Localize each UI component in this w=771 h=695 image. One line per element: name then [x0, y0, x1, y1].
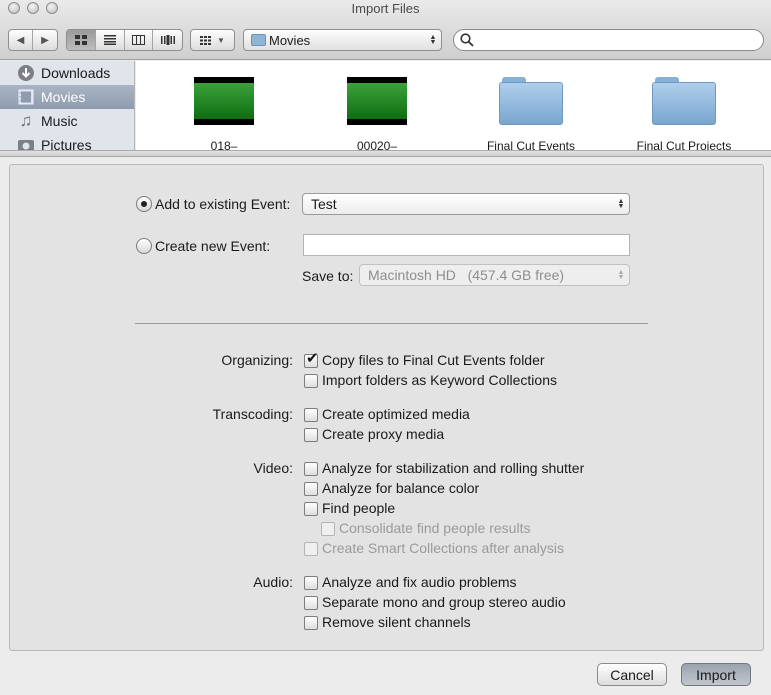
column-view-button[interactable] — [125, 30, 154, 50]
audio-label: Audio: — [253, 574, 293, 590]
folder-icon — [652, 75, 716, 125]
icon-view-icon — [74, 35, 87, 45]
sidebar-item-downloads[interactable]: Downloads — [0, 61, 134, 85]
import-folders-checkbox[interactable] — [304, 374, 318, 388]
location-label: Movies — [269, 32, 311, 48]
save-to-select: Macintosh HD (457.4 GB free) ▲ ▼ — [359, 264, 630, 286]
sidebar-item-movies[interactable]: Movies — [0, 85, 134, 109]
import-button[interactable]: Import — [681, 663, 751, 686]
arrange-menu-button[interactable]: ▼ — [190, 29, 235, 51]
consolidate-results-label: Consolidate find people results — [339, 520, 531, 536]
new-event-name-field[interactable] — [303, 234, 630, 256]
transcoding-label: Transcoding: — [212, 406, 293, 422]
stabilization-checkbox[interactable] — [304, 462, 318, 476]
sidebar-item-label: Music — [41, 113, 78, 129]
search-input[interactable] — [453, 29, 764, 51]
search-icon — [460, 33, 474, 47]
coverflow-view-button[interactable] — [153, 30, 182, 50]
chevron-left-icon: ◀ — [16, 34, 25, 46]
updown-arrows-icon: ▲ ▼ — [617, 198, 625, 210]
icon-view-button[interactable] — [67, 30, 96, 50]
chevron-down-icon: ▼ — [217, 35, 225, 45]
proxy-media-label: Create proxy media — [322, 426, 445, 442]
file-name: 00020– — [356, 139, 398, 150]
smart-collections-checkbox — [304, 542, 318, 556]
optimized-media-checkbox[interactable] — [304, 408, 318, 422]
sidebar-item-label: Movies — [41, 89, 86, 105]
copy-files-label: Copy files to Final Cut Events folder — [322, 352, 545, 368]
location-popup[interactable]: Movies ▲ ▼ — [243, 29, 442, 51]
remove-silent-checkbox[interactable] — [304, 616, 318, 630]
separate-mono-checkbox[interactable] — [304, 596, 318, 610]
updown-arrows-icon: ▲ ▼ — [429, 34, 437, 46]
save-to-value: Macintosh HD (457.4 GB free) — [368, 267, 565, 283]
downloads-icon — [17, 64, 35, 82]
forward-button[interactable]: ▶ — [33, 30, 57, 50]
find-people-label: Find people — [322, 500, 396, 516]
consolidate-results-checkbox — [321, 522, 335, 536]
separate-mono-label: Separate mono and group stereo audio — [322, 594, 566, 610]
video-thumbnail — [347, 77, 407, 125]
coverflow-view-icon — [160, 35, 175, 45]
cancel-button[interactable]: Cancel — [597, 663, 667, 686]
window-title: Import Files — [351, 1, 420, 16]
existing-event-value: Test — [311, 196, 337, 212]
file-item[interactable]: Final Cut Projects — [619, 75, 749, 150]
view-mode-switcher — [66, 29, 183, 51]
window-titlebar: Import Files ◀ ▶ ▼ Movies ▲ ▼ — [0, 0, 771, 60]
music-icon: ♫ — [19, 111, 33, 130]
stabilization-label: Analyze for stabilization and rolling sh… — [322, 460, 585, 476]
file-item[interactable]: Final Cut Events — [466, 75, 596, 150]
remove-silent-label: Remove silent channels — [322, 614, 471, 630]
file-item[interactable]: 018– — [159, 75, 289, 150]
sidebar-item-label: Downloads — [41, 65, 111, 81]
list-view-button[interactable] — [96, 30, 125, 50]
list-view-icon — [103, 35, 116, 45]
file-name: Final Cut Projects — [636, 139, 732, 150]
movies-icon — [17, 88, 35, 106]
folder-icon — [251, 34, 266, 46]
file-browser: 018– 00020– Final Cut Events Final Cut P… — [136, 61, 771, 150]
existing-event-select[interactable]: Test ▲ ▼ — [302, 193, 630, 215]
video-thumbnail — [194, 77, 254, 125]
sidebar-item-label: Pictures — [41, 137, 92, 150]
optimized-media-label: Create optimized media — [322, 406, 470, 422]
video-label: Video: — [253, 460, 293, 476]
divider — [135, 323, 648, 324]
folder-icon — [499, 75, 563, 125]
import-folders-label: Import folders as Keyword Collections — [322, 372, 557, 388]
pictures-icon — [17, 136, 35, 150]
fix-audio-checkbox[interactable] — [304, 576, 318, 590]
balance-color-checkbox[interactable] — [304, 482, 318, 496]
chevron-right-icon: ▶ — [41, 34, 49, 46]
copy-files-checkbox[interactable] — [304, 349, 319, 368]
updown-arrows-icon: ▲ ▼ — [617, 269, 625, 281]
back-button[interactable]: ◀ — [9, 30, 33, 50]
add-existing-event-label: Add to existing Event: — [155, 196, 291, 212]
sidebar: Downloads Movies ♫ Music Pictures — [0, 61, 135, 150]
file-item[interactable]: 00020– — [312, 75, 442, 150]
proxy-media-checkbox[interactable] — [304, 428, 318, 442]
history-navigation: ◀ ▶ — [8, 29, 58, 51]
find-people-checkbox[interactable] — [304, 502, 318, 516]
split-view-divider[interactable] — [0, 150, 771, 157]
balance-color-label: Analyze for balance color — [322, 480, 480, 496]
file-name: Final Cut Events — [486, 139, 576, 150]
create-new-event-radio[interactable] — [136, 238, 152, 254]
sidebar-item-pictures[interactable]: Pictures — [0, 133, 134, 150]
fix-audio-label: Analyze and fix audio problems — [322, 574, 517, 590]
add-existing-event-radio[interactable] — [136, 196, 152, 212]
create-new-event-label: Create new Event: — [155, 238, 271, 254]
organizing-label: Organizing: — [221, 352, 293, 368]
arrange-grid-icon — [200, 35, 212, 45]
save-to-label: Save to: — [302, 268, 354, 284]
column-view-icon — [131, 35, 145, 45]
smart-collections-label: Create Smart Collections after analysis — [322, 540, 564, 556]
file-name: 018– — [210, 139, 238, 150]
sidebar-item-music[interactable]: ♫ Music — [0, 109, 134, 133]
